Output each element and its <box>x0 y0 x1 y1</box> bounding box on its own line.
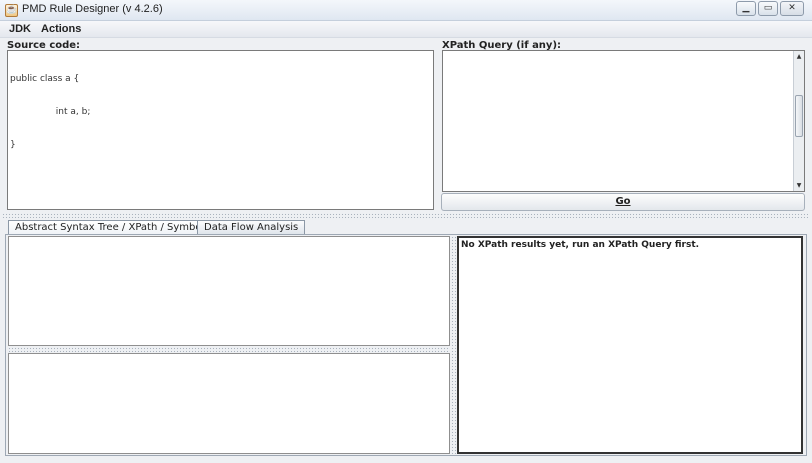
tab-label: Data Flow Analysis <box>204 222 299 233</box>
window-title: PMD Rule Designer (v 4.2.6) <box>22 3 163 15</box>
arrow-up-icon[interactable]: ▲ <box>794 51 804 62</box>
scrollbar-thumb[interactable] <box>795 95 803 137</box>
menu-actions[interactable]: Actions <box>36 23 86 35</box>
symbol-table-pane[interactable] <box>8 353 450 454</box>
xpath-results-message: No XPath results yet, run an XPath Query… <box>461 240 700 250</box>
xpath-query-input[interactable] <box>442 50 805 192</box>
arrow-down-icon[interactable]: ▼ <box>794 180 804 191</box>
menu-bar: JDK Actions <box>0 21 812 38</box>
source-line: int a, b; <box>10 107 91 117</box>
xpath-results-pane[interactable] <box>457 236 803 454</box>
java-cup-icon: ☕ <box>5 4 18 17</box>
source-line: } <box>10 140 16 150</box>
left-splitter[interactable] <box>8 347 450 352</box>
maximize-button[interactable]: ▭ <box>758 1 778 16</box>
close-icon: ✕ <box>788 3 796 13</box>
minimize-icon: ▁ <box>742 3 750 13</box>
xpath-query-scrollbar[interactable]: ▲ ▼ <box>793 51 804 191</box>
source-line: public class a { <box>10 74 80 84</box>
title-bar[interactable]: ☕ PMD Rule Designer (v 4.2.6) ▁ ▭ ✕ <box>0 0 812 21</box>
window-controls: ▁ ▭ ✕ <box>734 1 804 16</box>
main-splitter[interactable] <box>2 213 808 218</box>
source-code-editor[interactable]: public class a { int a, b; } <box>7 50 434 210</box>
maximize-icon: ▭ <box>763 3 773 13</box>
menu-jdk[interactable]: JDK <box>4 23 36 35</box>
minimize-button[interactable]: ▁ <box>736 1 756 16</box>
close-button[interactable]: ✕ <box>780 1 804 16</box>
go-button[interactable]: Go <box>441 193 805 211</box>
ast-tree-pane[interactable] <box>8 236 450 346</box>
tab-data-flow-analysis[interactable]: Data Flow Analysis <box>197 220 306 235</box>
vertical-splitter[interactable] <box>451 236 456 454</box>
